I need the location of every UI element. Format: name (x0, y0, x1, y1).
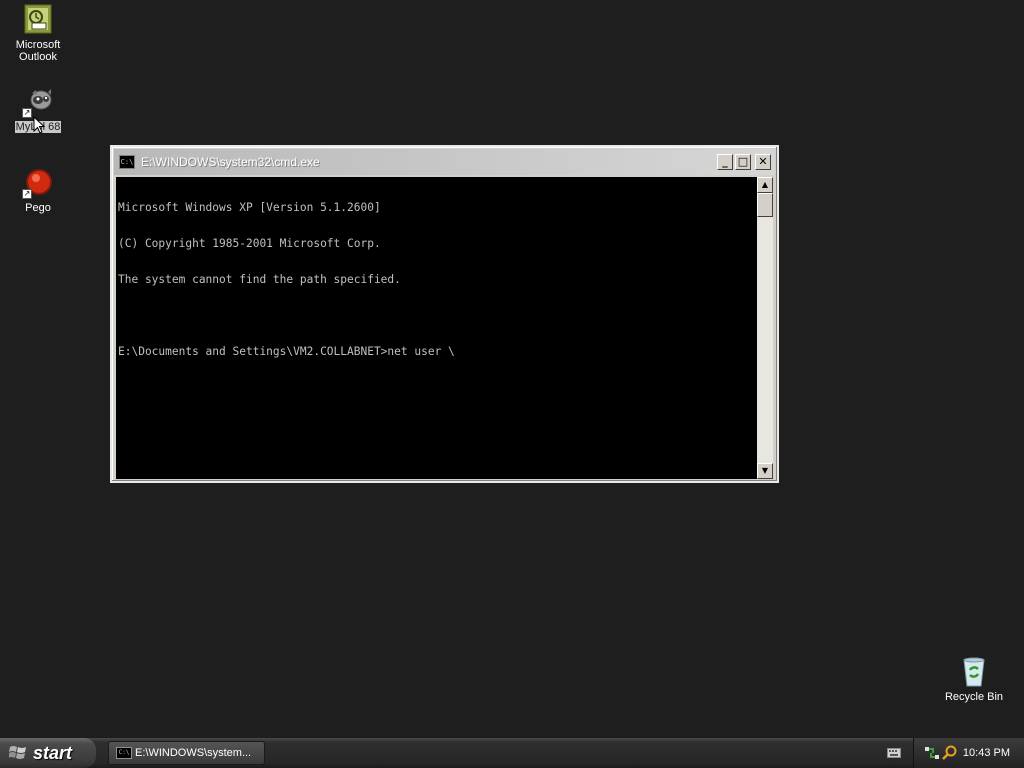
console-line: The system cannot find the path specifie… (118, 273, 401, 286)
taskbar-button-label: E:\WINDOWS\system... (135, 747, 252, 759)
windows-logo-icon (9, 746, 26, 759)
close-button[interactable]: ✕ (755, 154, 771, 170)
start-button[interactable]: start (0, 738, 96, 768)
desktop-icon-recycle-bin[interactable]: Recycle Bin (936, 656, 1012, 703)
pego-icon: ↗ (22, 167, 54, 199)
clock[interactable]: 10:43 PM (963, 738, 1010, 768)
desktop[interactable]: Microsoft Outlook ↗ MyLol 68 ↗ Pego Recy… (0, 0, 1024, 738)
scroll-down-button[interactable]: ▼ (757, 463, 773, 479)
cmd-icon: C:\ (116, 747, 132, 759)
shortcut-arrow-icon: ↗ (22, 189, 32, 199)
window-title: E:\WINDOWS\system32\cmd.exe (141, 155, 320, 169)
desktop-icon-outlook[interactable]: Microsoft Outlook (0, 4, 76, 63)
desktop-icon-label: Recycle Bin (944, 691, 1004, 703)
window-titlebar[interactable]: C:\ E:\WINDOWS\system32\cmd.exe _ □ ✕ (114, 149, 775, 175)
recycle-bin-icon (958, 656, 990, 688)
console-output[interactable]: Microsoft Windows XP [Version 5.1.2600] … (116, 177, 757, 479)
desktop-icon-label: Microsoft Outlook (15, 39, 61, 63)
system-tray: 10:43 PM (913, 738, 1024, 768)
taskbar: start C:\ E:\WINDOWS\system... 10:43 PM (0, 738, 1024, 768)
desktop-icon-label: Pego (25, 202, 51, 214)
vertical-scrollbar[interactable]: ▲ ▼ (757, 177, 773, 479)
mouse-cursor-icon (33, 116, 45, 134)
network-icon[interactable] (924, 745, 940, 761)
scrollbar-thumb[interactable] (757, 193, 773, 217)
start-label: start (33, 743, 73, 763)
mylol-icon: ↗ (22, 86, 54, 118)
maximize-button[interactable]: □ (735, 154, 751, 170)
console-prompt-line: E:\Documents and Settings\VM2.COLLABNET>… (118, 345, 455, 358)
console-line: Microsoft Windows XP [Version 5.1.2600] (118, 201, 381, 214)
shortcut-arrow-icon: ↗ (22, 108, 32, 118)
minimize-button[interactable]: _ (717, 154, 733, 170)
taskbar-button-cmd[interactable]: C:\ E:\WINDOWS\system... (108, 741, 265, 765)
keyboard-icon[interactable] (887, 747, 901, 759)
console-line: (C) Copyright 1985-2001 Microsoft Corp. (118, 237, 381, 250)
outlook-icon (22, 4, 54, 36)
search-icon[interactable] (942, 745, 958, 761)
cmd-window[interactable]: C:\ E:\WINDOWS\system32\cmd.exe _ □ ✕ Mi… (110, 145, 779, 483)
desktop-icon-pego[interactable]: ↗ Pego (0, 167, 76, 214)
cmd-icon: C:\ (119, 155, 135, 169)
scroll-up-button[interactable]: ▲ (757, 177, 773, 193)
